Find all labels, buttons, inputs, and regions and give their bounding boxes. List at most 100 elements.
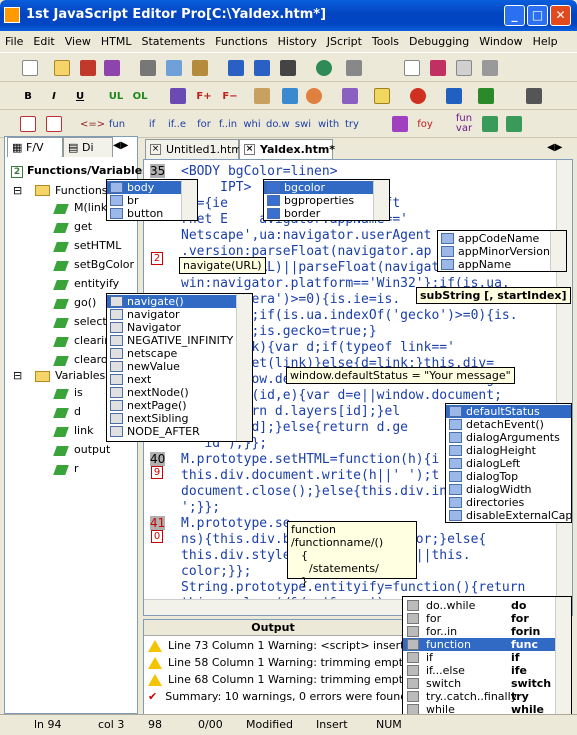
tab-directory[interactable]: ▤ Di	[63, 137, 113, 157]
tree-item-entityify[interactable]: entityify	[74, 277, 119, 290]
snippet-icon[interactable]	[482, 116, 498, 132]
completion-item[interactable]: bgcolor	[264, 181, 389, 194]
ordered-list-button[interactable]: OL	[130, 86, 150, 107]
completion-item[interactable]: newValue	[107, 360, 252, 373]
stop-icon[interactable]	[410, 88, 426, 104]
completion-item[interactable]: appName	[438, 258, 566, 271]
completion-item[interactable]: navigate()	[107, 295, 252, 308]
tree-item-sethtml[interactable]: setHTML	[74, 239, 121, 252]
code-line[interactable]: M.prototype.setHTML=function(h){i	[181, 453, 439, 466]
menu-help[interactable]: Help	[528, 31, 563, 48]
tree-var-is[interactable]: is	[74, 386, 83, 399]
tree-var-d[interactable]: d	[74, 405, 81, 418]
for-button[interactable]: for	[196, 114, 212, 135]
menu-statements[interactable]: Statements	[136, 31, 210, 48]
menu-debugging[interactable]: Debugging	[404, 31, 474, 48]
underline-button[interactable]: U	[72, 86, 88, 107]
tree-var-link[interactable]: link	[74, 424, 93, 437]
fun-button[interactable]: fun	[108, 114, 126, 135]
bookmark-marker[interactable]: 0	[151, 530, 163, 543]
fun-var-button[interactable]: fun var	[454, 114, 474, 135]
tab-untitled1[interactable]: × Untitled1.htm	[145, 139, 242, 159]
tree-variables-label[interactable]: Variables	[55, 369, 105, 382]
menu-edit[interactable]: Edit	[28, 31, 59, 48]
output-row[interactable]: Line 58 Column 1 Warning: trimming empty…	[148, 656, 439, 669]
if-button[interactable]: if	[146, 114, 158, 135]
snippet-item[interactable]: for for	[403, 612, 558, 625]
frame-icon[interactable]	[374, 88, 390, 104]
code-line[interactable]: color;}};	[181, 565, 251, 578]
tree-item-get[interactable]: get	[74, 220, 92, 233]
completion-item[interactable]: dialogHeight	[446, 444, 571, 457]
completion-item[interactable]: dialogLeft	[446, 457, 571, 470]
paste-icon[interactable]	[192, 60, 208, 76]
bookmark-marker[interactable]: 9	[151, 466, 163, 479]
tag-button[interactable]: <=>	[80, 114, 105, 135]
completion-item[interactable]: defaultStatus	[446, 405, 571, 418]
tree-functions-node[interactable]: ⊟	[13, 184, 22, 197]
tree-var-r[interactable]: r	[74, 462, 79, 475]
code-line[interactable]: document.close();}else{this.div.in	[181, 485, 447, 498]
save-all-icon[interactable]	[104, 60, 120, 76]
unordered-list-button[interactable]: UL	[106, 86, 126, 107]
layout-icon[interactable]	[446, 88, 462, 104]
menu-tools[interactable]: Tools	[367, 31, 404, 48]
list-scrollbar[interactable]	[236, 294, 252, 441]
tree-var-output[interactable]: output	[74, 443, 110, 456]
save-icon[interactable]	[80, 60, 96, 76]
menu-window[interactable]: Window	[474, 31, 527, 48]
completion-item[interactable]: directories	[446, 496, 571, 509]
property-completion-list[interactable]: appCodeName appMinorVersion appName	[437, 230, 567, 272]
library-icon[interactable]	[506, 116, 522, 132]
tree-item-go[interactable]: go()	[74, 296, 96, 309]
snippet-item[interactable]: switch switch	[403, 677, 558, 690]
maximize-button[interactable]: □	[527, 5, 548, 26]
switch-button[interactable]: swi	[294, 114, 312, 135]
snippet-item[interactable]: do..while do	[403, 599, 558, 612]
with-button[interactable]: with	[318, 114, 339, 135]
completion-item[interactable]: detachEvent()	[446, 418, 571, 431]
font-smaller-button[interactable]: F−	[220, 86, 240, 107]
list-scrollbar[interactable]	[181, 180, 197, 220]
completion-item[interactable]: nextNode()	[107, 386, 252, 399]
tree-functions-label[interactable]: Functions	[55, 184, 108, 197]
foy-button[interactable]: foy	[416, 114, 434, 135]
snippet-item[interactable]: try..catch..finally try	[403, 690, 558, 703]
try-button[interactable]: try	[344, 114, 360, 135]
undo-icon[interactable]	[228, 60, 244, 76]
completion-item[interactable]: next	[107, 373, 252, 386]
code-line[interactable]: <BODY bgColor=linen>	[181, 165, 338, 178]
list-scrollbar[interactable]	[555, 597, 571, 729]
menu-view[interactable]: View	[60, 31, 96, 48]
tab-scroll-arrows[interactable]: ◀▶	[547, 142, 562, 153]
completion-item[interactable]: dialogTop	[446, 470, 571, 483]
forin-button[interactable]: f..in	[218, 114, 238, 135]
tree-item-selecti[interactable]: selecti	[74, 315, 110, 328]
web-globe-icon[interactable]	[316, 60, 332, 76]
print-preview-icon[interactable]	[456, 60, 472, 76]
completion-item[interactable]: dialogWidth	[446, 483, 571, 496]
dowhile-button[interactable]: do.w	[266, 114, 290, 135]
ifelse-button[interactable]: if..e	[166, 114, 188, 135]
form-icon[interactable]	[478, 88, 494, 104]
wave-icon[interactable]	[46, 116, 62, 132]
image-icon[interactable]	[282, 88, 298, 104]
align-icon[interactable]	[526, 88, 542, 104]
copy-icon[interactable]	[166, 60, 182, 76]
page-icon[interactable]	[404, 60, 420, 76]
member-completion-list[interactable]: navigate() navigator Navigator NEGATIVE_…	[106, 293, 253, 442]
copy-page-icon[interactable]	[430, 60, 446, 76]
check-icon[interactable]	[392, 116, 408, 132]
completion-item[interactable]: navigator	[107, 308, 252, 321]
redo-icon[interactable]	[254, 60, 270, 76]
editor-vertical-scrollbar[interactable]	[556, 160, 572, 601]
completion-item[interactable]: NODE_AFTER	[107, 425, 252, 438]
snippet-item[interactable]: function func	[403, 638, 558, 651]
table-icon[interactable]	[254, 88, 270, 104]
color-palette-icon[interactable]	[306, 88, 322, 104]
tree-item-setbgcolor[interactable]: setBgColor	[74, 258, 134, 271]
close-tab-icon[interactable]: ×	[150, 144, 161, 155]
menu-file[interactable]: File	[0, 31, 28, 48]
completion-item[interactable]: disableExternalCap	[446, 509, 571, 522]
menu-history[interactable]: History	[273, 31, 322, 48]
